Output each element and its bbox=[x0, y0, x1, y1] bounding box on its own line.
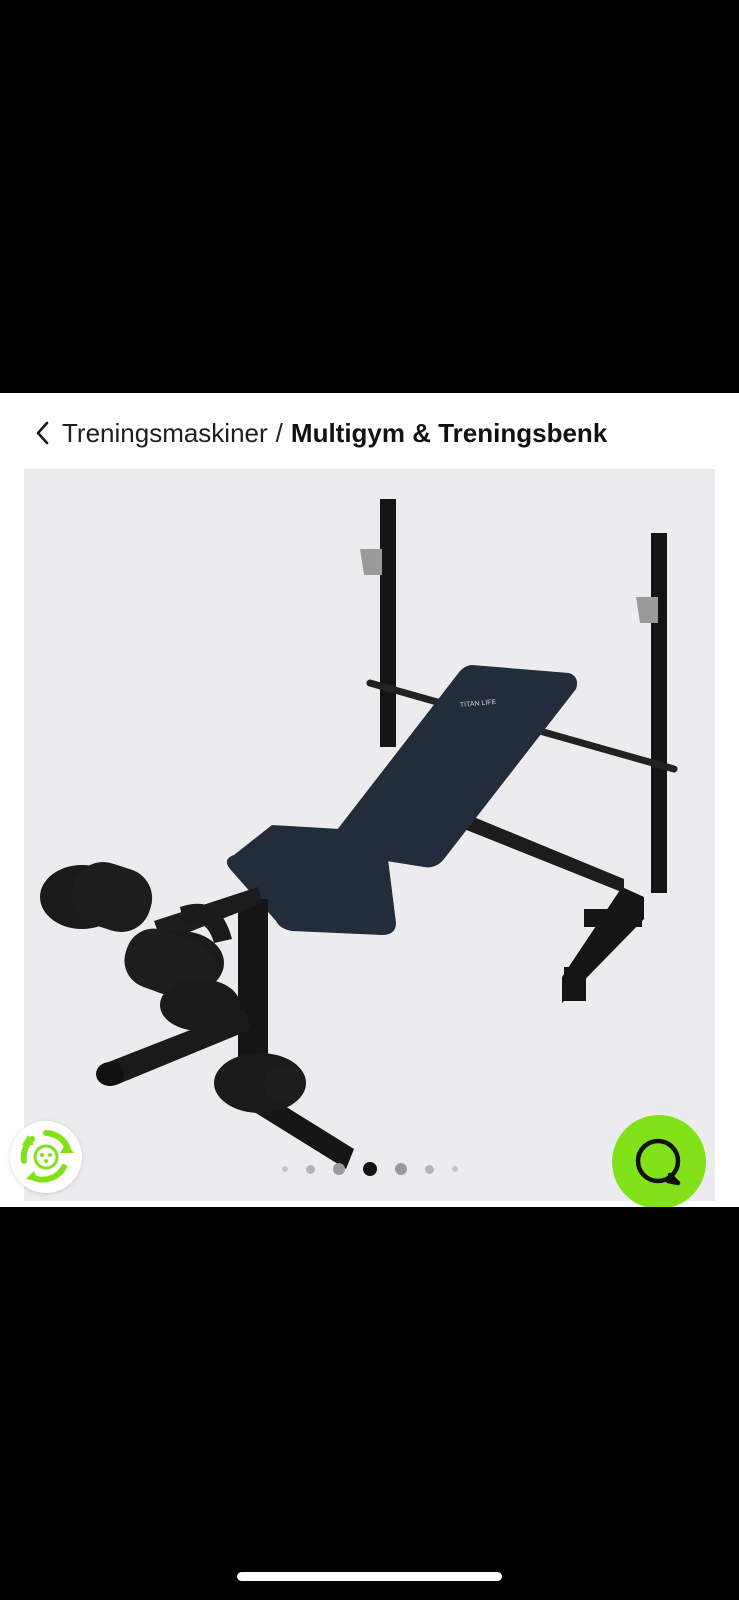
recycle-icon bbox=[20, 1130, 74, 1183]
breadcrumb-separator: / bbox=[275, 417, 283, 448]
pagination-dot[interactable] bbox=[281, 1166, 288, 1172]
breadcrumb-current: Multigym & Treningsbenk bbox=[290, 417, 608, 448]
pagination-dot[interactable] bbox=[424, 1164, 434, 1174]
chat-button[interactable] bbox=[612, 1115, 706, 1209]
product-sheet: Treningsmaskiner / Multigym & Treningsbe… bbox=[0, 393, 739, 1209]
pagination-dot[interactable] bbox=[332, 1163, 345, 1175]
pagination-dot[interactable] bbox=[451, 1166, 458, 1172]
breadcrumb: Treningsmaskiner / Multigym & Treningsbe… bbox=[30, 413, 607, 453]
pagination-dot[interactable] bbox=[394, 1163, 407, 1175]
pagination-dot-active[interactable] bbox=[362, 1162, 377, 1176]
letterbox-bottom bbox=[0, 1207, 739, 1600]
chat-icon bbox=[635, 1138, 681, 1186]
home-indicator[interactable] bbox=[237, 1572, 502, 1581]
pagination-dot[interactable] bbox=[305, 1164, 315, 1174]
breadcrumb-parent-link[interactable]: Treningsmaskiner bbox=[62, 418, 268, 449]
letterbox-top bbox=[0, 0, 739, 393]
product-image: TITAN LIFE bbox=[40, 499, 678, 1169]
product-image-gallery[interactable]: TITAN LIFE bbox=[24, 469, 715, 1201]
chevron-left-icon[interactable] bbox=[30, 416, 58, 450]
recycle-badge[interactable] bbox=[10, 1121, 82, 1193]
